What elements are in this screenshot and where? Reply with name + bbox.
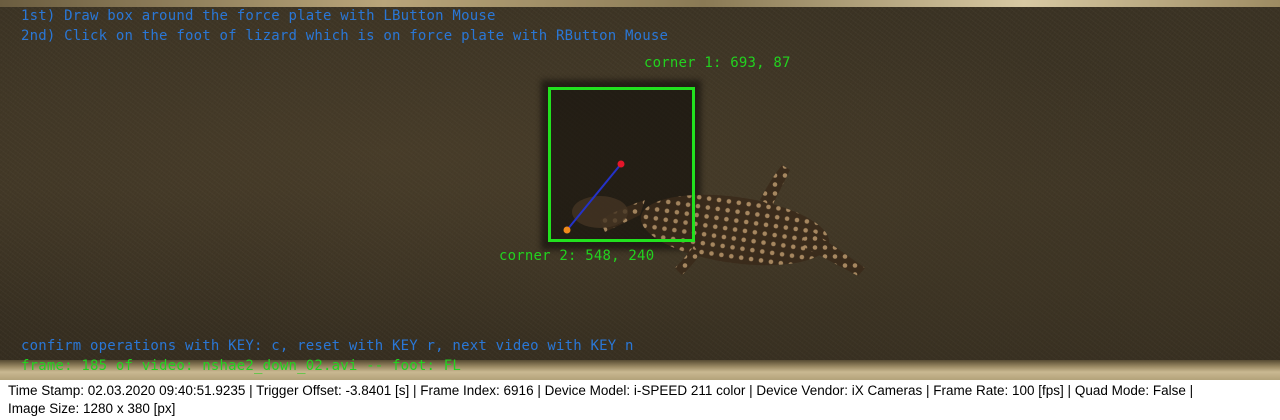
confirm-instructions: confirm operations with KEY: c, reset wi… — [21, 338, 634, 354]
foot-start-marker — [563, 226, 571, 234]
video-frame[interactable]: 1st) Draw box around the force plate wit… — [0, 0, 1280, 380]
instruction-click-foot: 2nd) Click on the foot of lizard which i… — [21, 28, 669, 44]
corner-2-label: corner 2: 548, 240 — [499, 248, 655, 264]
instruction-draw-box: 1st) Draw box around the force plate wit… — [21, 8, 496, 24]
status-line-metadata: Time Stamp: 02.03.2020 09:40:51.9235 | T… — [8, 383, 1194, 398]
corner-1-label: corner 1: 693, 87 — [644, 55, 791, 71]
foot-vector-overlay — [563, 160, 625, 234]
foot-vector-line — [566, 163, 622, 231]
foot-end-marker — [617, 160, 625, 168]
status-line-image-size: Image Size: 1280 x 380 [px] — [8, 401, 176, 416]
frame-info: frame: 185 of video: nshae2_down_02.avi … — [21, 358, 462, 374]
status-bar: Time Stamp: 02.03.2020 09:40:51.9235 | T… — [0, 380, 1280, 420]
